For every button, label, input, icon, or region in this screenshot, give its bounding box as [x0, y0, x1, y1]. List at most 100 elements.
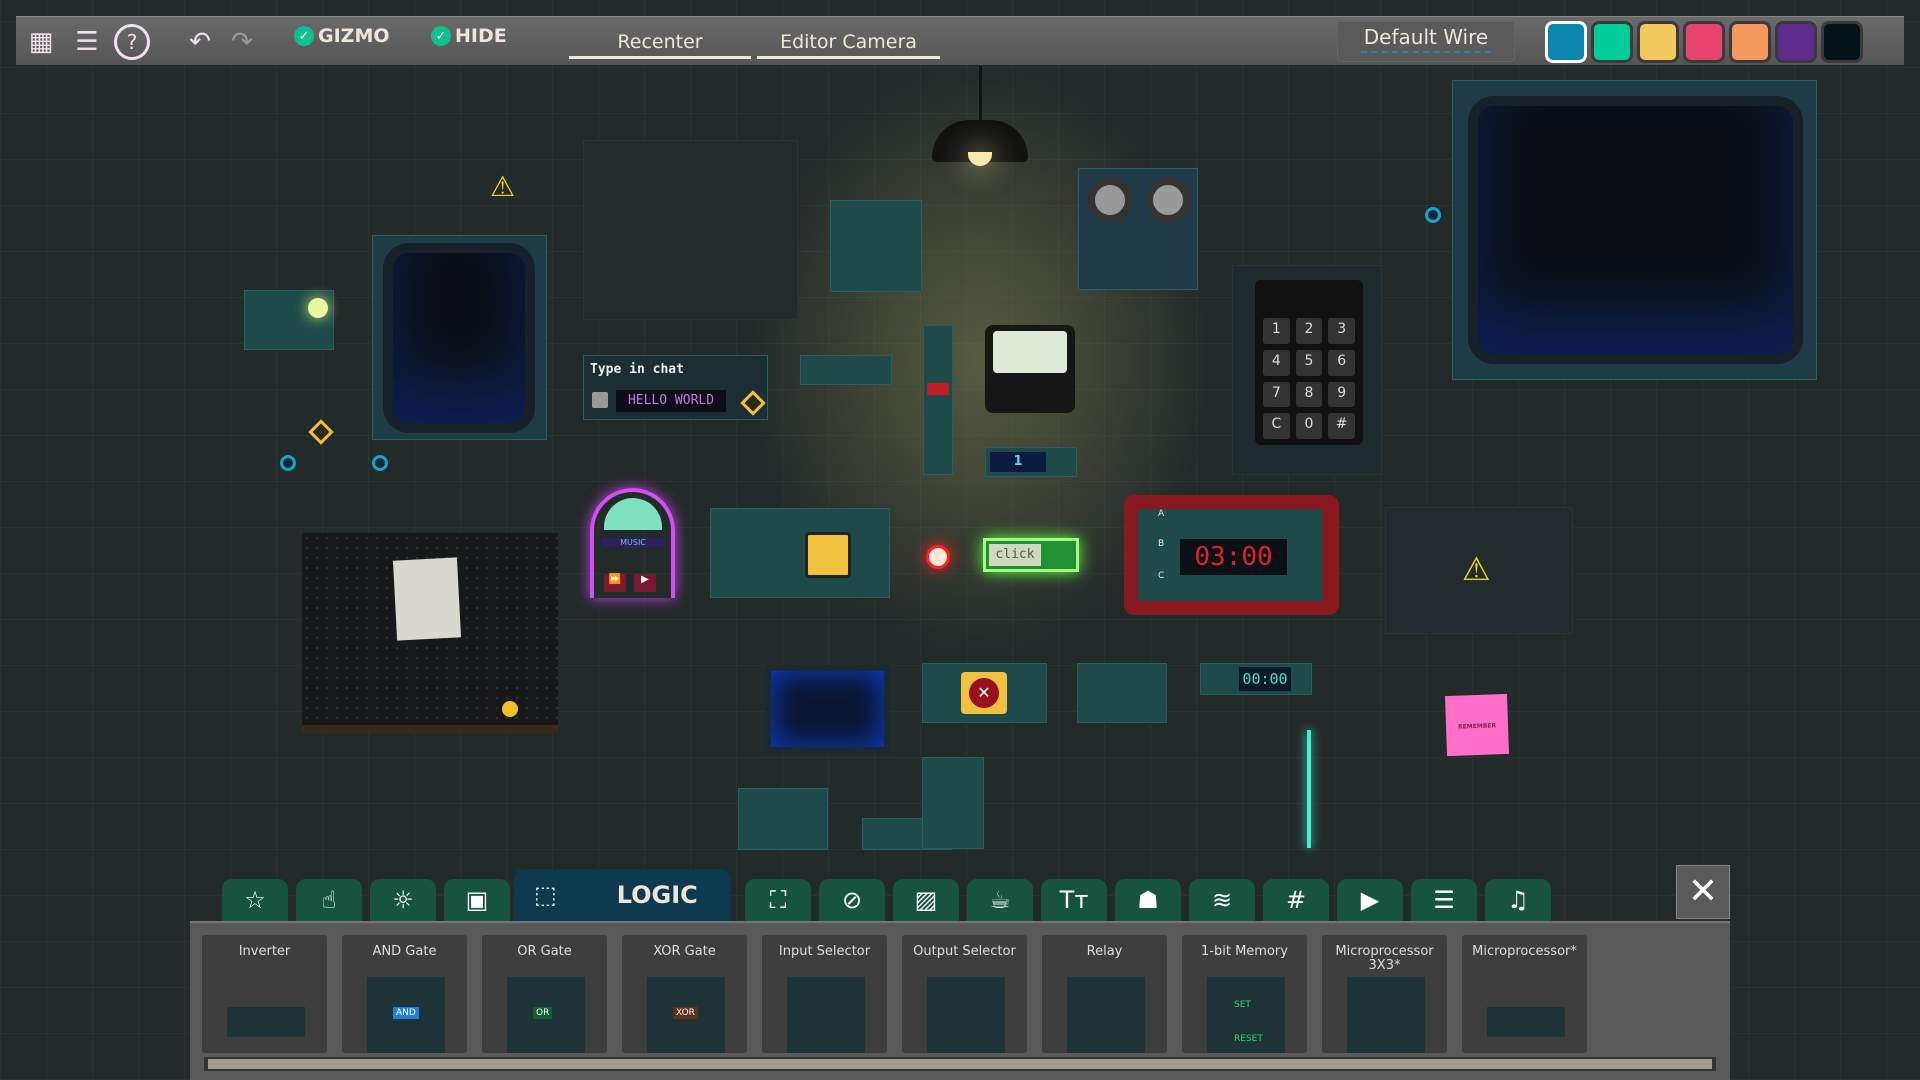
monitor-input-port[interactable]: [1425, 207, 1441, 223]
tab-server[interactable]: ☰: [1411, 879, 1477, 921]
jukebox[interactable]: MUSIC ⏩ ▶: [590, 488, 675, 598]
tab-eye-off[interactable]: ⊘: [819, 879, 885, 921]
tab-fullscreen[interactable]: ⛶: [745, 879, 811, 921]
component-card[interactable]: Inverter: [202, 935, 327, 1053]
palette-scrollbar[interactable]: [204, 1057, 1716, 1071]
cup-icon: ☕: [989, 886, 1011, 914]
keypad-key[interactable]: #: [1328, 413, 1355, 439]
tab-text[interactable]: Tт: [1041, 879, 1107, 921]
keypad-key[interactable]: 1: [1263, 318, 1290, 344]
keypad-key[interactable]: 8: [1295, 381, 1323, 408]
redo-icon[interactable]: ↷: [224, 17, 260, 66]
component-card[interactable]: XOR Gate XOR: [622, 935, 747, 1053]
tab-music[interactable]: ♫: [1485, 879, 1551, 921]
component-card[interactable]: 1-bit Memory SET RESET: [1182, 935, 1307, 1053]
keypad-key[interactable]: 7: [1263, 381, 1290, 408]
time-bomb[interactable]: A B C 03:00: [1124, 495, 1339, 615]
slider[interactable]: [923, 325, 953, 475]
game-canvas[interactable]: ⚠ Type in chat HELLO WORLD 1 123456789C: [0, 0, 1920, 1080]
output-port[interactable]: [308, 419, 334, 445]
tab-play[interactable]: ▶: [1337, 879, 1403, 921]
component-card[interactable]: OR Gate OR: [482, 935, 607, 1053]
wire-color-swatch[interactable]: [1683, 21, 1725, 63]
component-card[interactable]: Output Selector: [902, 935, 1027, 1053]
component-card[interactable]: Input Selector: [762, 935, 887, 1053]
image-icon: ▨: [914, 886, 938, 914]
circuit-board: [738, 788, 828, 850]
click-button[interactable]: click: [983, 538, 1079, 572]
keypad-key[interactable]: 9: [1328, 381, 1355, 408]
twitch-icon: [592, 392, 608, 408]
component-preview: [1067, 977, 1145, 1053]
check-icon: ✓: [431, 26, 451, 46]
component-card[interactable]: Relay: [1042, 935, 1167, 1053]
locked-panel: ⚠: [1385, 507, 1573, 634]
editor-camera-button[interactable]: Editor Camera: [757, 25, 940, 59]
keypad-key[interactable]: 5: [1295, 349, 1323, 376]
fast-forward-button[interactable]: ⏩: [604, 574, 626, 592]
tab-hand-pointer[interactable]: ☝: [296, 879, 362, 921]
component-card[interactable]: Microprocessor 3X3*: [1322, 935, 1447, 1053]
tab-robot[interactable]: ☗: [1115, 879, 1181, 921]
gate-label: OR: [533, 1007, 553, 1019]
output-port[interactable]: [740, 390, 766, 416]
tape-recorder[interactable]: [1078, 168, 1198, 290]
wire-type-selector[interactable]: Default Wire: [1337, 21, 1515, 62]
undo-icon[interactable]: ↶: [182, 17, 218, 66]
tab-light[interactable]: ☼: [370, 879, 436, 921]
chat-component[interactable]: Type in chat HELLO WORLD: [583, 355, 768, 420]
robot-icon: ☗: [1137, 886, 1159, 914]
grid-icon[interactable]: ▦: [22, 17, 60, 66]
green-led[interactable]: [308, 298, 328, 318]
keypad-key[interactable]: 4: [1263, 349, 1290, 376]
component-preview: [227, 1007, 305, 1037]
tab-router[interactable]: ≋: [1189, 879, 1255, 921]
tab-hash[interactable]: #: [1263, 879, 1329, 921]
big-monitor-screen[interactable]: [1468, 96, 1803, 364]
wire-color-swatch[interactable]: [1775, 21, 1817, 63]
tab-image[interactable]: ▨: [893, 879, 959, 921]
keypad-key[interactable]: C: [1263, 413, 1290, 439]
component-name: Inverter: [238, 944, 291, 959]
tab-toolbox[interactable]: ▣: [444, 879, 510, 921]
fullscreen-icon: ⛶: [769, 886, 787, 914]
monitor-screen[interactable]: [383, 243, 535, 433]
keypad-key[interactable]: 3: [1328, 318, 1355, 344]
tab-cup[interactable]: ☕: [967, 879, 1033, 921]
error-module[interactable]: ✕: [922, 663, 1047, 723]
port[interactable]: [280, 455, 296, 471]
sticky-note[interactable]: REMEMBER: [1444, 693, 1510, 757]
gizmo-toggle[interactable]: ✓ GIZMO: [294, 25, 390, 47]
microprocessor-block[interactable]: [830, 200, 922, 292]
battery-module: [1077, 663, 1167, 723]
wire-color-swatch[interactable]: [1821, 21, 1863, 63]
component-card[interactable]: Microprocessor*: [1462, 935, 1587, 1053]
lever-switch[interactable]: [800, 355, 892, 385]
hide-toggle[interactable]: ✓ HIDE: [431, 25, 507, 47]
close-button[interactable]: ✕: [1676, 865, 1730, 919]
tab-chip[interactable]: ⬚ LOGIC: [514, 869, 731, 921]
light-icon: ☼: [392, 886, 414, 914]
oscilloscope-screen[interactable]: [765, 665, 890, 753]
wire-color-swatch[interactable]: [1637, 21, 1679, 63]
wire-color-swatch[interactable]: [1729, 21, 1771, 63]
play-button[interactable]: ▶: [634, 574, 656, 592]
component-name: 1-bit Memory: [1201, 944, 1288, 959]
component-card[interactable]: AND Gate AND: [342, 935, 467, 1053]
list-icon[interactable]: ☰: [68, 17, 106, 66]
keypad-key[interactable]: 6: [1328, 349, 1355, 376]
port[interactable]: [372, 455, 388, 471]
rotary-switch[interactable]: [805, 532, 851, 578]
keypad-key[interactable]: 0: [1295, 413, 1323, 439]
help-icon[interactable]: ?: [112, 17, 152, 66]
check-icon: ✓: [294, 26, 314, 46]
wire-color-swatch[interactable]: [1545, 21, 1587, 63]
tab-star[interactable]: ☆: [222, 879, 288, 921]
component-preview: [1487, 1007, 1565, 1037]
lamp-cord: [979, 66, 982, 122]
keypad-key[interactable]: 2: [1295, 318, 1323, 344]
slider-handle[interactable]: [927, 383, 949, 395]
recenter-button[interactable]: Recenter: [569, 25, 751, 59]
chip-icon: ⬚: [534, 881, 557, 909]
wire-color-swatch[interactable]: [1591, 21, 1633, 63]
